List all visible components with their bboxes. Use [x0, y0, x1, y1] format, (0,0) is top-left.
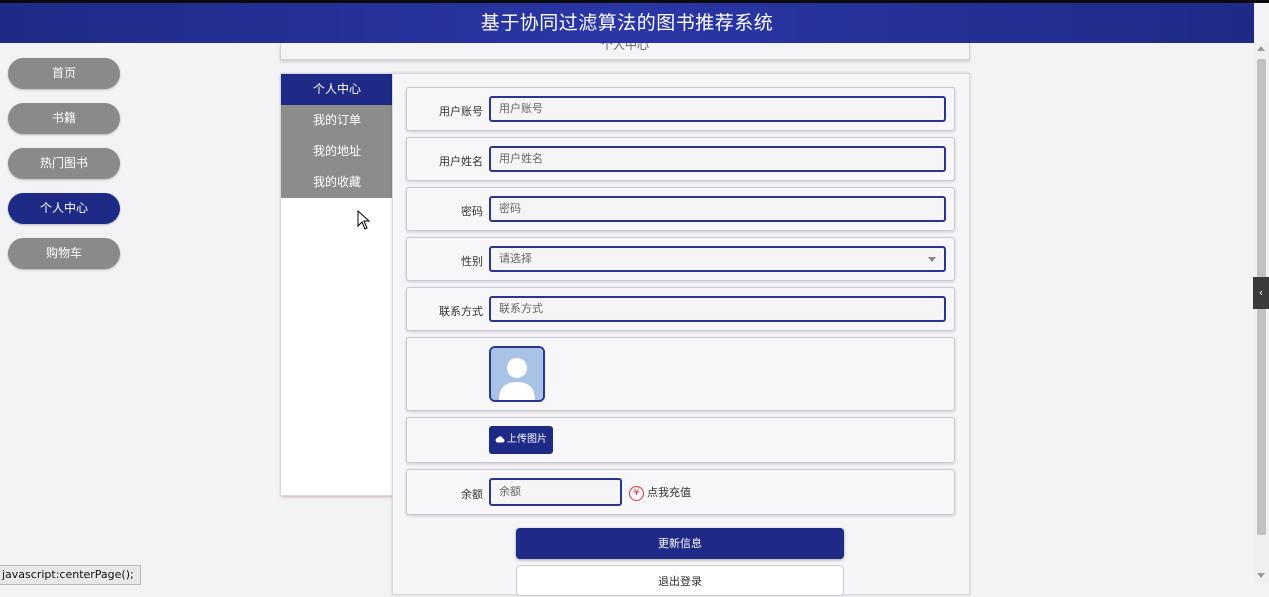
password-row: 密码 密码 — [406, 187, 955, 231]
tab-personal-center[interactable]: 个人中心 — [281, 74, 393, 105]
cloud-upload-icon — [495, 436, 505, 443]
user-avatar-icon — [491, 348, 543, 400]
nav-cart[interactable]: 购物车 — [8, 238, 120, 269]
nav-personal-center[interactable]: 个人中心 — [8, 193, 120, 224]
site-title: 基于协同过滤算法的图书推荐系统 — [480, 12, 774, 34]
account-row: 用户账号 用户账号 — [406, 87, 955, 131]
contact-input[interactable]: 联系方式 — [489, 296, 946, 322]
profile-tab-panel: 个人中心 我的订单 我的地址 我的收藏 — [280, 73, 394, 496]
gender-select[interactable]: 请选择 — [489, 246, 946, 272]
contact-row: 联系方式 联系方式 — [406, 287, 955, 331]
avatar-row — [406, 337, 955, 411]
avatar[interactable] — [489, 346, 545, 402]
chevron-left-icon: ‹ — [1258, 286, 1264, 299]
gender-select-value: 请选择 — [499, 252, 532, 265]
scroll-up-arrow-icon[interactable] — [1257, 46, 1265, 51]
balance-input[interactable]: 余额 — [489, 478, 622, 506]
mouse-cursor-icon — [357, 210, 371, 230]
balance-label: 余额 — [461, 488, 483, 501]
recharge-link[interactable]: ¥ 点我充值 — [629, 484, 691, 501]
balance-row: 余额 余额 ¥ 点我充值 — [406, 469, 955, 515]
sidebar-nav: 首页 书籍 热门图书 个人中心 购物车 — [8, 58, 120, 283]
logout-button[interactable]: 退出登录 — [516, 565, 844, 596]
tab-my-favorites[interactable]: 我的收藏 — [281, 167, 393, 198]
side-panel-toggle[interactable]: ‹ — [1253, 277, 1269, 309]
nav-popular-books[interactable]: 热门图书 — [8, 148, 120, 179]
account-input[interactable]: 用户账号 — [489, 96, 946, 122]
tab-my-address[interactable]: 我的地址 — [281, 136, 393, 167]
account-label: 用户账号 — [439, 105, 483, 118]
password-label: 密码 — [461, 205, 483, 218]
nav-home[interactable]: 首页 — [8, 58, 120, 89]
name-input[interactable]: 用户姓名 — [489, 146, 946, 172]
profile-form-panel: 用户账号 用户账号 用户姓名 用户姓名 密码 密码 性别 请选择 联系方式 联系… — [392, 73, 970, 596]
yen-icon: ¥ — [629, 485, 644, 501]
gender-label: 性别 — [461, 255, 483, 268]
nav-books[interactable]: 书籍 — [8, 103, 120, 134]
password-input[interactable]: 密码 — [489, 196, 946, 222]
upload-image-button[interactable]: 上传图片 — [489, 426, 553, 454]
site-header: 基于协同过滤算法的图书推荐系统 — [0, 3, 1254, 43]
chevron-down-icon — [928, 257, 936, 262]
gender-row: 性别 请选择 — [406, 237, 955, 281]
page-scrollbar[interactable] — [1254, 43, 1269, 583]
name-label: 用户姓名 — [439, 155, 483, 168]
page-title-bar: 个人中心 — [280, 43, 970, 60]
tab-my-orders[interactable]: 我的订单 — [281, 105, 393, 136]
page-title: 个人中心 — [600, 43, 649, 52]
browser-status-bar: javascript:centerPage(); — [0, 565, 141, 585]
upload-row: 上传图片 — [406, 417, 955, 463]
upload-image-label: 上传图片 — [507, 434, 547, 445]
recharge-label: 点我充值 — [647, 486, 691, 499]
update-info-button[interactable]: 更新信息 — [516, 528, 844, 559]
scroll-down-arrow-icon[interactable] — [1257, 573, 1265, 578]
name-row: 用户姓名 用户姓名 — [406, 137, 955, 181]
contact-label: 联系方式 — [439, 305, 483, 318]
